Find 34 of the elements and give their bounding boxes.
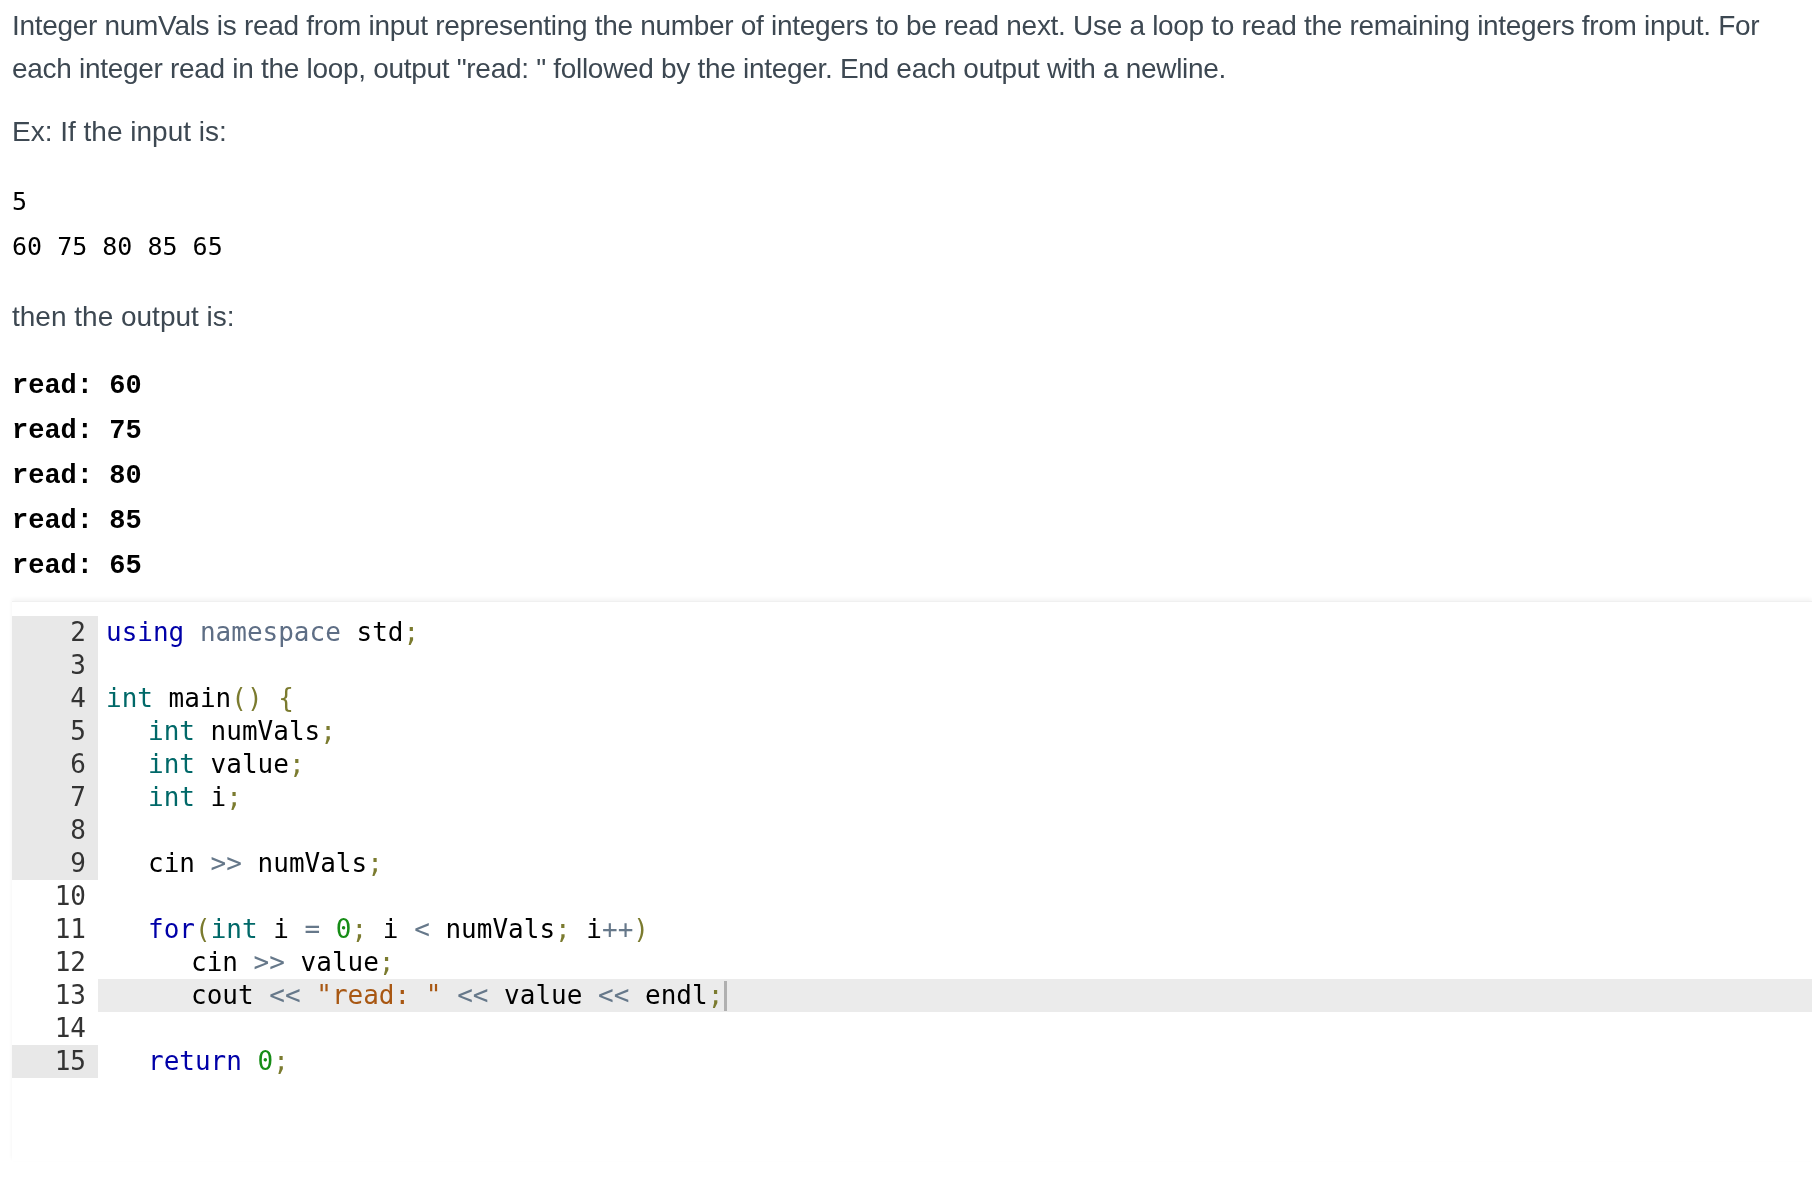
- code-line: int numVals;: [148, 715, 336, 748]
- example-label: Ex: If the input is:: [12, 115, 228, 149]
- example-input-line: 5: [12, 186, 29, 218]
- line-number: 9: [70, 847, 86, 880]
- code-line: cout << "read: " << value << endl;: [191, 979, 724, 1012]
- instructions-text: Integer numVals is read from input representing the number of integers to be read next. Use a loop to read the remaining integers from input. For each integer read in the loop, output "read: " followed by the integer. End each output with a newline.: [12, 9, 1761, 86]
- example-output-line: read: 75: [12, 415, 143, 448]
- line-number: 7: [70, 781, 86, 814]
- code-line: int i;: [148, 781, 242, 814]
- code-line: return 0;: [148, 1045, 289, 1078]
- line-number: 11: [54, 913, 86, 946]
- line-number: 10: [54, 880, 86, 913]
- line-number: 8: [70, 814, 86, 847]
- output-label: then the output is:: [12, 300, 236, 334]
- line-number: 2: [70, 616, 86, 649]
- line-number: 15: [54, 1045, 86, 1078]
- code-line: using namespace std;: [106, 616, 420, 649]
- code-line: int value;: [148, 748, 305, 781]
- example-output-line: read: 65: [12, 550, 143, 583]
- code-line: int main() {: [106, 682, 294, 715]
- line-number: 14: [54, 1012, 86, 1045]
- example-output-line: read: 85: [12, 505, 143, 538]
- example-output-line: read: 80: [12, 460, 143, 493]
- line-number: 3: [70, 649, 86, 682]
- line-number: 13: [54, 979, 86, 1012]
- code-line: cin >> value;: [191, 946, 395, 979]
- code-line: cin >> numVals;: [148, 847, 383, 880]
- line-number: 6: [70, 748, 86, 781]
- line-number: 12: [54, 946, 86, 979]
- line-number: 5: [70, 715, 86, 748]
- example-input-line: 60 75 80 85 65: [12, 231, 224, 263]
- example-output-line: read: 60: [12, 370, 143, 403]
- line-number: 4: [70, 682, 86, 715]
- code-line: for(int i = 0; i < numVals; i++): [148, 913, 649, 946]
